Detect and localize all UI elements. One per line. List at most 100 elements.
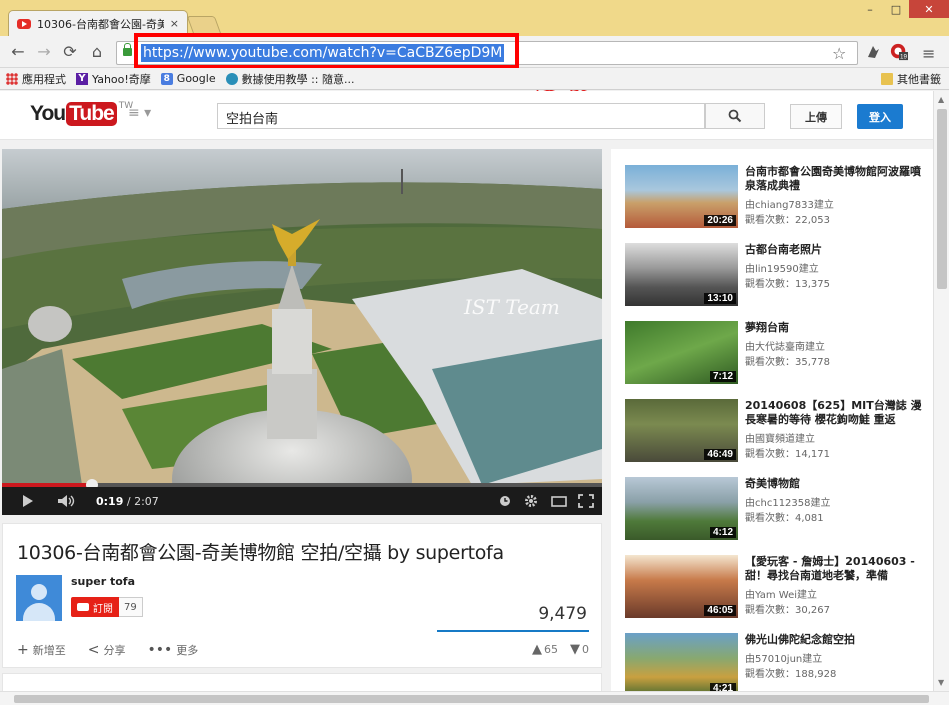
- related-video-title: 佛光山佛陀紀念館空拍: [745, 633, 855, 646]
- related-video-item[interactable]: 46:05 【愛玩客 - 詹姆士】20140603 - 甜！尋找台南道地老饕，準…: [625, 555, 925, 623]
- like-button[interactable]: ▲ 65: [532, 642, 558, 657]
- related-video-item[interactable]: 13:10 古都台南老照片 由lin19590建立 觀看次數：13,375: [625, 243, 925, 311]
- action-bar: + 新增至 < 分享 ••• 更多: [17, 642, 198, 658]
- related-video-item[interactable]: 4:12 奇美博物館 由chc112358建立 觀看次數：4,081: [625, 477, 925, 545]
- related-video-uploader: 由chiang7833建立: [745, 200, 834, 211]
- watch-later-icon[interactable]: [499, 495, 511, 507]
- forward-arrow-icon[interactable]: →: [34, 42, 54, 61]
- extension-bird-icon[interactable]: [864, 43, 882, 61]
- search-button[interactable]: [705, 103, 765, 129]
- like-dislike: ▲ 65 ▼ 0: [532, 642, 589, 657]
- related-video-title: 【愛玩客 - 詹姆士】20140603 - 甜！尋找台南道地老饕，準備: [745, 555, 915, 582]
- related-video-title: 20140608【625】MIT台灣誌 漫長寒暑的等待 櫻花鉤吻鮭 重返: [745, 399, 922, 426]
- back-arrow-icon[interactable]: ←: [8, 42, 28, 61]
- subscribe-label: 訂閱: [93, 603, 113, 615]
- extension-badge-count: 19: [900, 53, 908, 60]
- horizontal-scroll-thumb[interactable]: [14, 695, 929, 703]
- bookmark-tutorial[interactable]: 數據使用教學 :: 隨意...: [225, 71, 355, 87]
- vertical-scroll-thumb[interactable]: [937, 109, 947, 289]
- search-input[interactable]: 空拍台南: [217, 103, 705, 129]
- like-ratio-bar: [437, 630, 589, 632]
- related-video-views: 觀看次數：30,267: [745, 605, 830, 616]
- search-icon: [728, 109, 742, 123]
- subscribe-button[interactable]: 訂閱 79: [71, 597, 143, 617]
- video-duration: 13:10: [704, 293, 736, 304]
- description-panel: [2, 673, 602, 691]
- logo-tube: Tube: [66, 102, 117, 126]
- video-duration: 4:12: [709, 527, 736, 538]
- minimize-icon[interactable]: –: [857, 0, 883, 18]
- related-video-views: 觀看次數：188,928: [745, 669, 837, 680]
- related-videos-sidebar: 20:26 台南市都會公園奇美博物館阿波羅噴泉落成典禮 由chiang7833建…: [611, 149, 933, 691]
- video-thumbnail: 20:26: [625, 165, 738, 228]
- bookmark-apps[interactable]: 應用程式: [6, 71, 66, 87]
- related-video-views: 觀看次數：13,375: [745, 279, 830, 290]
- related-video-views: 觀看次數：22,053: [745, 215, 830, 226]
- bookmark-google[interactable]: 8 Google: [160, 72, 216, 85]
- thumbs-down-icon: ▼: [570, 642, 580, 657]
- related-video-item[interactable]: 46:49 20140608【625】MIT台灣誌 漫長寒暑的等待 櫻花鉤吻鮭 …: [625, 399, 925, 467]
- youtube-logo[interactable]: You Tube TW: [30, 101, 133, 126]
- related-video-item[interactable]: 7:12 夢翔台南 由大代誌臺南建立 觀看次數：35,778: [625, 321, 925, 389]
- signin-button[interactable]: 登入: [857, 104, 903, 129]
- plus-icon: +: [17, 642, 29, 658]
- related-video-views: 觀看次數：14,171: [745, 449, 830, 460]
- extension-badge-icon[interactable]: 19: [890, 43, 908, 61]
- view-count: 9,479: [538, 604, 587, 624]
- channel-name[interactable]: super tofa: [71, 575, 135, 588]
- youtube-favicon-icon: [17, 18, 31, 29]
- related-video-views: 觀看次數：35,778: [745, 357, 830, 368]
- duration: / 2:07: [126, 495, 159, 508]
- lock-icon: [123, 43, 132, 56]
- share-button[interactable]: < 分享: [88, 642, 126, 658]
- video-duration: 46:49: [704, 449, 736, 460]
- scroll-down-icon[interactable]: ▼: [938, 678, 944, 687]
- home-icon[interactable]: ⌂: [87, 42, 107, 61]
- volume-icon[interactable]: [58, 495, 76, 507]
- fullscreen-icon[interactable]: [578, 494, 594, 508]
- new-tab-button[interactable]: [186, 16, 222, 34]
- theater-mode-icon[interactable]: [551, 496, 567, 507]
- bookmark-star-icon[interactable]: ☆: [832, 44, 846, 63]
- more-button[interactable]: ••• 更多: [147, 642, 198, 658]
- window-close-icon[interactable]: ✕: [909, 0, 949, 18]
- bookmarks-bar: 應用程式 Y Yahoo!奇摩 8 Google 數據使用教學 :: 隨意...…: [0, 68, 949, 90]
- settings-gear-icon[interactable]: [524, 494, 538, 508]
- add-to-button[interactable]: + 新增至: [17, 642, 66, 658]
- related-video-item[interactable]: 20:26 台南市都會公園奇美博物館阿波羅噴泉落成典禮 由chiang7833建…: [625, 165, 925, 233]
- upload-button[interactable]: 上傳: [790, 104, 842, 129]
- related-video-uploader: 由Yam Wei建立: [745, 590, 818, 601]
- apps-grid-icon: [6, 72, 18, 85]
- guide-menu-icon[interactable]: ≡ ▾: [128, 105, 151, 121]
- related-video-title: 古都台南老照片: [745, 243, 822, 256]
- window-controls: – □ ✕: [857, 0, 949, 18]
- scroll-up-icon[interactable]: ▲: [938, 95, 944, 104]
- related-video-item[interactable]: 4:21 佛光山佛陀紀念館空拍 由57010jun建立 觀看次數：188,928: [625, 633, 925, 691]
- horizontal-scrollbar[interactable]: [0, 691, 949, 705]
- video-duration: 46:05: [704, 605, 736, 616]
- dislike-button[interactable]: ▼ 0: [570, 642, 589, 657]
- video-thumbnail: 13:10: [625, 243, 738, 306]
- youtube-play-icon: [77, 603, 89, 611]
- globe-icon: [225, 72, 238, 85]
- bookmark-yahoo[interactable]: Y Yahoo!奇摩: [76, 71, 151, 87]
- bookmark-label: Google: [176, 72, 216, 85]
- bookmark-label: 數據使用教學 :: 隨意...: [241, 72, 355, 86]
- bookmark-other-folder[interactable]: 其他書籤: [881, 71, 941, 87]
- thumbs-up-icon: ▲: [532, 642, 542, 657]
- video-player[interactable]: IST Team 0:19 / 2:07: [2, 149, 602, 515]
- channel-avatar[interactable]: [16, 575, 62, 621]
- vertical-scrollbar[interactable]: ▲ ▼: [933, 91, 949, 691]
- play-icon[interactable]: [22, 495, 34, 507]
- bookmark-label: 其他書籤: [897, 73, 941, 86]
- related-video-title: 奇美博物館: [745, 477, 800, 490]
- chrome-menu-icon[interactable]: ≡: [922, 44, 935, 63]
- maximize-icon[interactable]: □: [883, 0, 909, 18]
- logo-you: You: [30, 102, 66, 125]
- related-video-views: 觀看次數：4,081: [745, 513, 824, 524]
- tab-close-icon[interactable]: ×: [170, 17, 179, 30]
- time-display: 0:19 / 2:07: [96, 495, 159, 508]
- related-video-uploader: 由大代誌臺南建立: [745, 342, 825, 353]
- reload-icon[interactable]: ⟳: [60, 42, 80, 61]
- google-icon: 8: [160, 72, 173, 85]
